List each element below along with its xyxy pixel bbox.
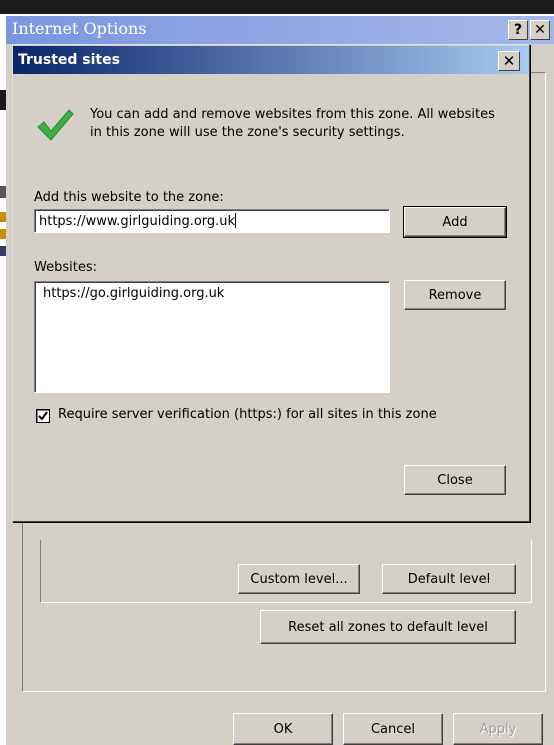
checkbox-check-icon — [38, 411, 48, 421]
add-button[interactable]: Add — [403, 206, 507, 238]
ok-button[interactable]: OK — [233, 713, 333, 745]
add-website-value: https://www.girlguiding.org.uk — [39, 214, 236, 229]
dialog-close-button[interactable]: ✕ — [498, 51, 520, 71]
cancel-button[interactable]: Cancel — [343, 713, 443, 745]
custom-level-button[interactable]: Custom level... — [238, 564, 360, 594]
reset-all-zones-button[interactable]: Reset all zones to default level — [260, 610, 516, 644]
text-caret — [235, 213, 237, 228]
default-level-button[interactable]: Default level — [382, 564, 516, 594]
websites-label: Websites: — [34, 260, 97, 275]
trusted-sites-title: Trusted sites — [18, 52, 120, 68]
background-page-bar — [0, 0, 554, 14]
window-close-button[interactable]: ✕ — [530, 20, 550, 40]
add-website-input[interactable]: https://www.girlguiding.org.uk — [34, 209, 390, 233]
apply-button: Apply — [453, 713, 543, 745]
list-item[interactable]: https://go.girlguiding.org.uk — [43, 286, 381, 301]
require-verification-label[interactable]: Require server verification (https:) for… — [58, 407, 437, 422]
require-verification-checkbox[interactable] — [36, 409, 50, 423]
checkmark-icon — [37, 109, 74, 141]
internet-options-title: Internet Options — [12, 19, 147, 38]
intro-text: You can add and remove websites from thi… — [90, 107, 495, 140]
help-button[interactable]: ? — [508, 20, 528, 40]
remove-button[interactable]: Remove — [404, 280, 506, 310]
websites-list[interactable]: https://go.girlguiding.org.uk — [34, 281, 390, 393]
close-button[interactable]: Close — [404, 465, 506, 495]
add-website-label: Add this website to the zone: — [34, 190, 224, 205]
